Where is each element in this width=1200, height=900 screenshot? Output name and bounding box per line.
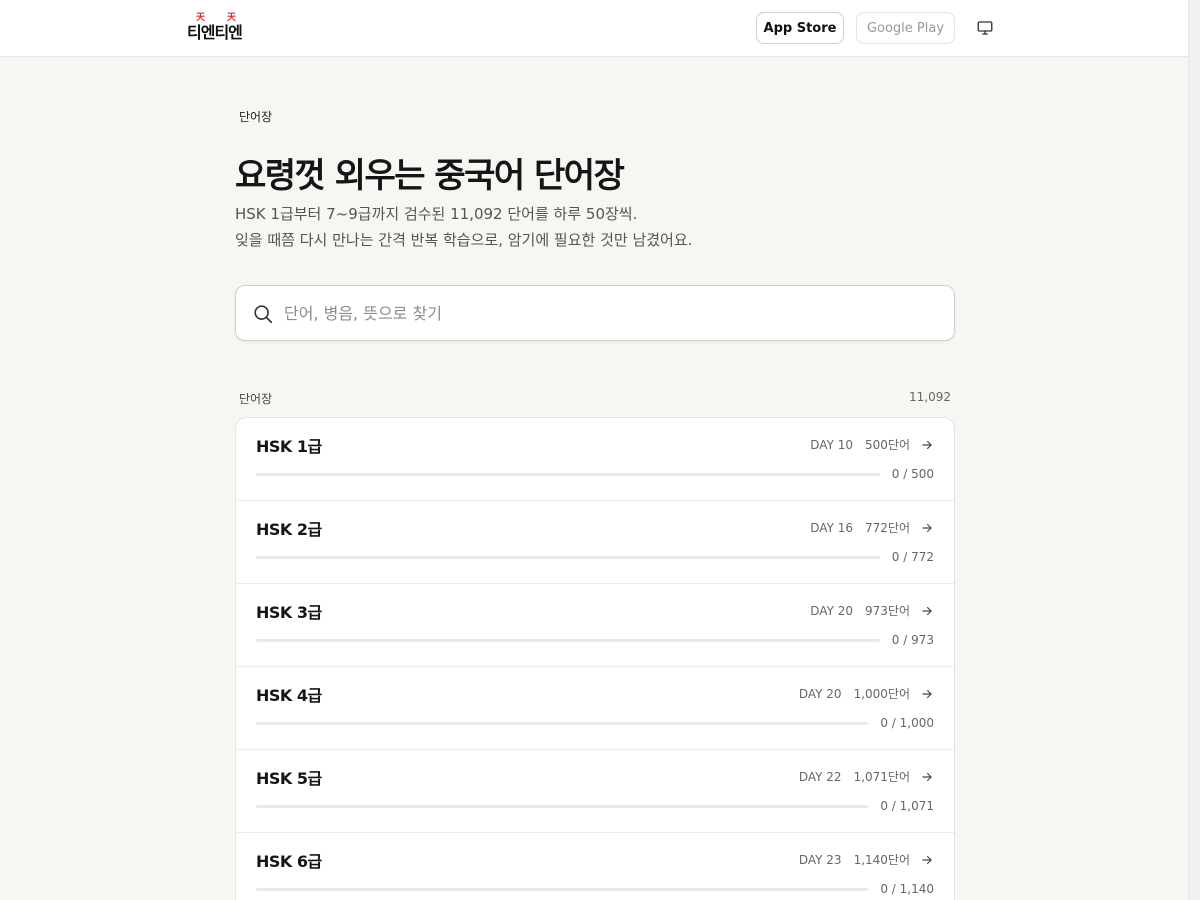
desktop-button[interactable] bbox=[970, 12, 1000, 44]
google-play-button[interactable]: Google Play bbox=[856, 12, 955, 44]
list-item-meta: DAY 20 1,000단어 bbox=[799, 685, 934, 702]
list-item-name: HSK 4급 bbox=[256, 686, 322, 705]
app-store-button[interactable]: App Store bbox=[756, 12, 844, 44]
progress-bar bbox=[256, 888, 869, 891]
list-item-progress: 0 / 1,071 bbox=[880, 799, 934, 813]
list-item-day: DAY 20 bbox=[798, 686, 842, 701]
list-item-name: HSK 5급 bbox=[256, 769, 322, 788]
list-item-meta: DAY 23 1,140단어 bbox=[799, 851, 934, 868]
list-item-meta: DAY 10 500단어 bbox=[810, 436, 934, 453]
arrow-right-icon bbox=[922, 440, 932, 449]
logo-word: 티엔티엔 bbox=[187, 23, 243, 42]
page-subtitle-line2: 잊을 때쯤 다시 만나는 간격 반복 학습으로, 암기에 필요한 것만 남겼어요… bbox=[235, 231, 693, 249]
search-box[interactable] bbox=[235, 285, 955, 341]
list-item-day: DAY 10 bbox=[810, 437, 853, 452]
list-total-count: 11,092 bbox=[909, 390, 951, 404]
list-item-meta: DAY 22 1,071단어 bbox=[799, 768, 934, 785]
list-item-count: 1,071단어 bbox=[853, 770, 910, 784]
list-item-count: 1,000단어 bbox=[853, 687, 910, 701]
list-item-progress: 0 / 1,000 bbox=[880, 716, 934, 730]
list-item-name: HSK 6급 bbox=[256, 852, 322, 871]
search-icon bbox=[254, 305, 273, 324]
search-input[interactable] bbox=[284, 286, 944, 340]
list-item-day: DAY 22 bbox=[798, 769, 842, 784]
list-item[interactable]: HSK 2급 DAY 16 772단어 0 / 772 bbox=[236, 501, 954, 584]
desktop-icon bbox=[977, 21, 993, 35]
page-title: 요령껏 외우는 중국어 단어장 bbox=[235, 156, 625, 196]
progress-bar bbox=[256, 556, 880, 559]
progress-bar bbox=[256, 722, 869, 725]
list-item[interactable]: HSK 6급 DAY 23 1,140단어 0 / 1,140 bbox=[236, 833, 954, 900]
list-item-progress: 0 / 500 bbox=[891, 467, 934, 481]
list-item[interactable]: HSK 4급 DAY 20 1,000단어 0 / 1,000 bbox=[236, 667, 954, 750]
list-item-name: HSK 1급 bbox=[256, 437, 322, 456]
list-item-meta: DAY 16 772단어 bbox=[810, 519, 934, 536]
list-item-name: HSK 3급 bbox=[256, 603, 322, 622]
wordbook-list: HSK 1급 DAY 10 500단어 0 / 500 HSK 2급 DAY 16 772단… bbox=[235, 417, 955, 900]
list-label: 단어장 bbox=[239, 392, 273, 406]
list-item-day: DAY 20 bbox=[810, 603, 853, 618]
progress-bar bbox=[256, 639, 880, 642]
list-item[interactable]: HSK 1급 DAY 10 500단어 0 / 500 bbox=[236, 418, 954, 501]
list-item-progress: 0 / 772 bbox=[891, 550, 934, 564]
list-item-count: 772단어 bbox=[865, 521, 910, 535]
top-header: 天 天 티엔티엔 App Store Google Play bbox=[0, 0, 1188, 57]
list-item-day: DAY 16 bbox=[810, 520, 853, 535]
list-item-meta: DAY 20 973단어 bbox=[810, 602, 934, 619]
list-item-progress: 0 / 973 bbox=[891, 633, 934, 647]
arrow-right-icon bbox=[922, 689, 932, 698]
list-item-progress: 0 / 1,140 bbox=[880, 882, 934, 896]
list-item-name: HSK 2급 bbox=[256, 520, 322, 539]
list-item-day: DAY 23 bbox=[798, 852, 842, 867]
list-item-count: 973단어 bbox=[865, 604, 910, 618]
list-item-count: 1,140단어 bbox=[853, 853, 910, 867]
arrow-right-icon bbox=[922, 855, 932, 864]
list-item[interactable]: HSK 3급 DAY 20 973단어 0 / 973 bbox=[236, 584, 954, 667]
breadcrumb[interactable]: 단어장 bbox=[239, 108, 272, 125]
progress-bar bbox=[256, 805, 869, 808]
arrow-right-icon bbox=[922, 772, 932, 781]
logo[interactable]: 天 天 티엔티엔 bbox=[187, 10, 249, 42]
list-item-count: 500단어 bbox=[865, 438, 910, 452]
page-scrollbar[interactable] bbox=[1188, 0, 1200, 900]
page-subtitle-line1: HSK 1급부터 7~9급까지 검수된 11,092 단어를 하루 50장씩. bbox=[235, 205, 638, 223]
progress-bar bbox=[256, 473, 880, 476]
arrow-right-icon bbox=[922, 523, 932, 532]
list-item[interactable]: HSK 5급 DAY 22 1,071단어 0 / 1,071 bbox=[236, 750, 954, 833]
arrow-right-icon bbox=[922, 606, 932, 615]
